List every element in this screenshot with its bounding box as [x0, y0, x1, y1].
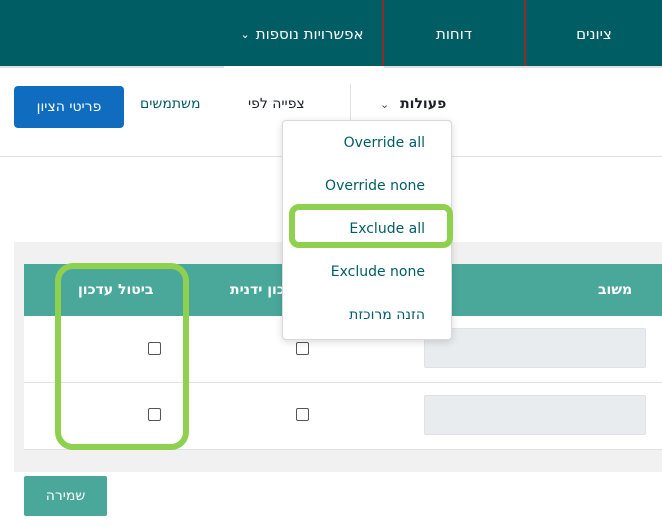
chevron-down-icon: ⌄ — [380, 98, 390, 111]
tab-reports[interactable]: דוחות — [382, 0, 524, 68]
users-link[interactable]: משתמשים — [140, 96, 200, 112]
feedback-field[interactable] — [424, 328, 646, 368]
menu-item-override-none[interactable]: Override none — [325, 178, 425, 194]
top-navigation: ציונים דוחות אפשרויות נוספות ⌄ — [0, 0, 662, 68]
menu-item-exclude-none[interactable]: Exclude none — [331, 264, 425, 280]
header-feedback: משוב — [598, 282, 633, 298]
grade-items-button[interactable]: פריטי הציון — [14, 86, 124, 128]
manual-override-checkbox[interactable] — [296, 342, 309, 355]
tab-reports-label: דוחות — [435, 25, 473, 43]
chevron-down-icon: ⌄ — [240, 27, 250, 41]
tab-grades-label: ציונים — [576, 25, 612, 43]
highlight-cancel-override-column — [55, 263, 189, 450]
tab-more-options[interactable]: אפשרויות נוספות ⌄ — [222, 0, 382, 68]
tab-more-options-label: אפשרויות נוספות — [255, 25, 364, 43]
feedback-field[interactable] — [424, 395, 646, 435]
save-button[interactable]: שמירה — [24, 476, 107, 516]
actions-label: פעולות — [400, 96, 447, 112]
toolbar-separator — [350, 84, 351, 124]
menu-item-bulk-insert[interactable]: הזנה מרוכזת — [349, 307, 425, 323]
grade-items-button-label: פריטי הציון — [36, 99, 102, 115]
actions-menu-toggle[interactable]: פעולות ⌄ — [380, 96, 446, 112]
view-by-label: צפייה לפי — [248, 96, 305, 112]
tab-grades[interactable]: ציונים — [524, 0, 662, 68]
save-button-label: שמירה — [45, 488, 86, 504]
highlight-exclude-all — [289, 204, 453, 248]
menu-item-override-all[interactable]: Override all — [344, 135, 425, 151]
manual-override-checkbox[interactable] — [296, 408, 309, 421]
